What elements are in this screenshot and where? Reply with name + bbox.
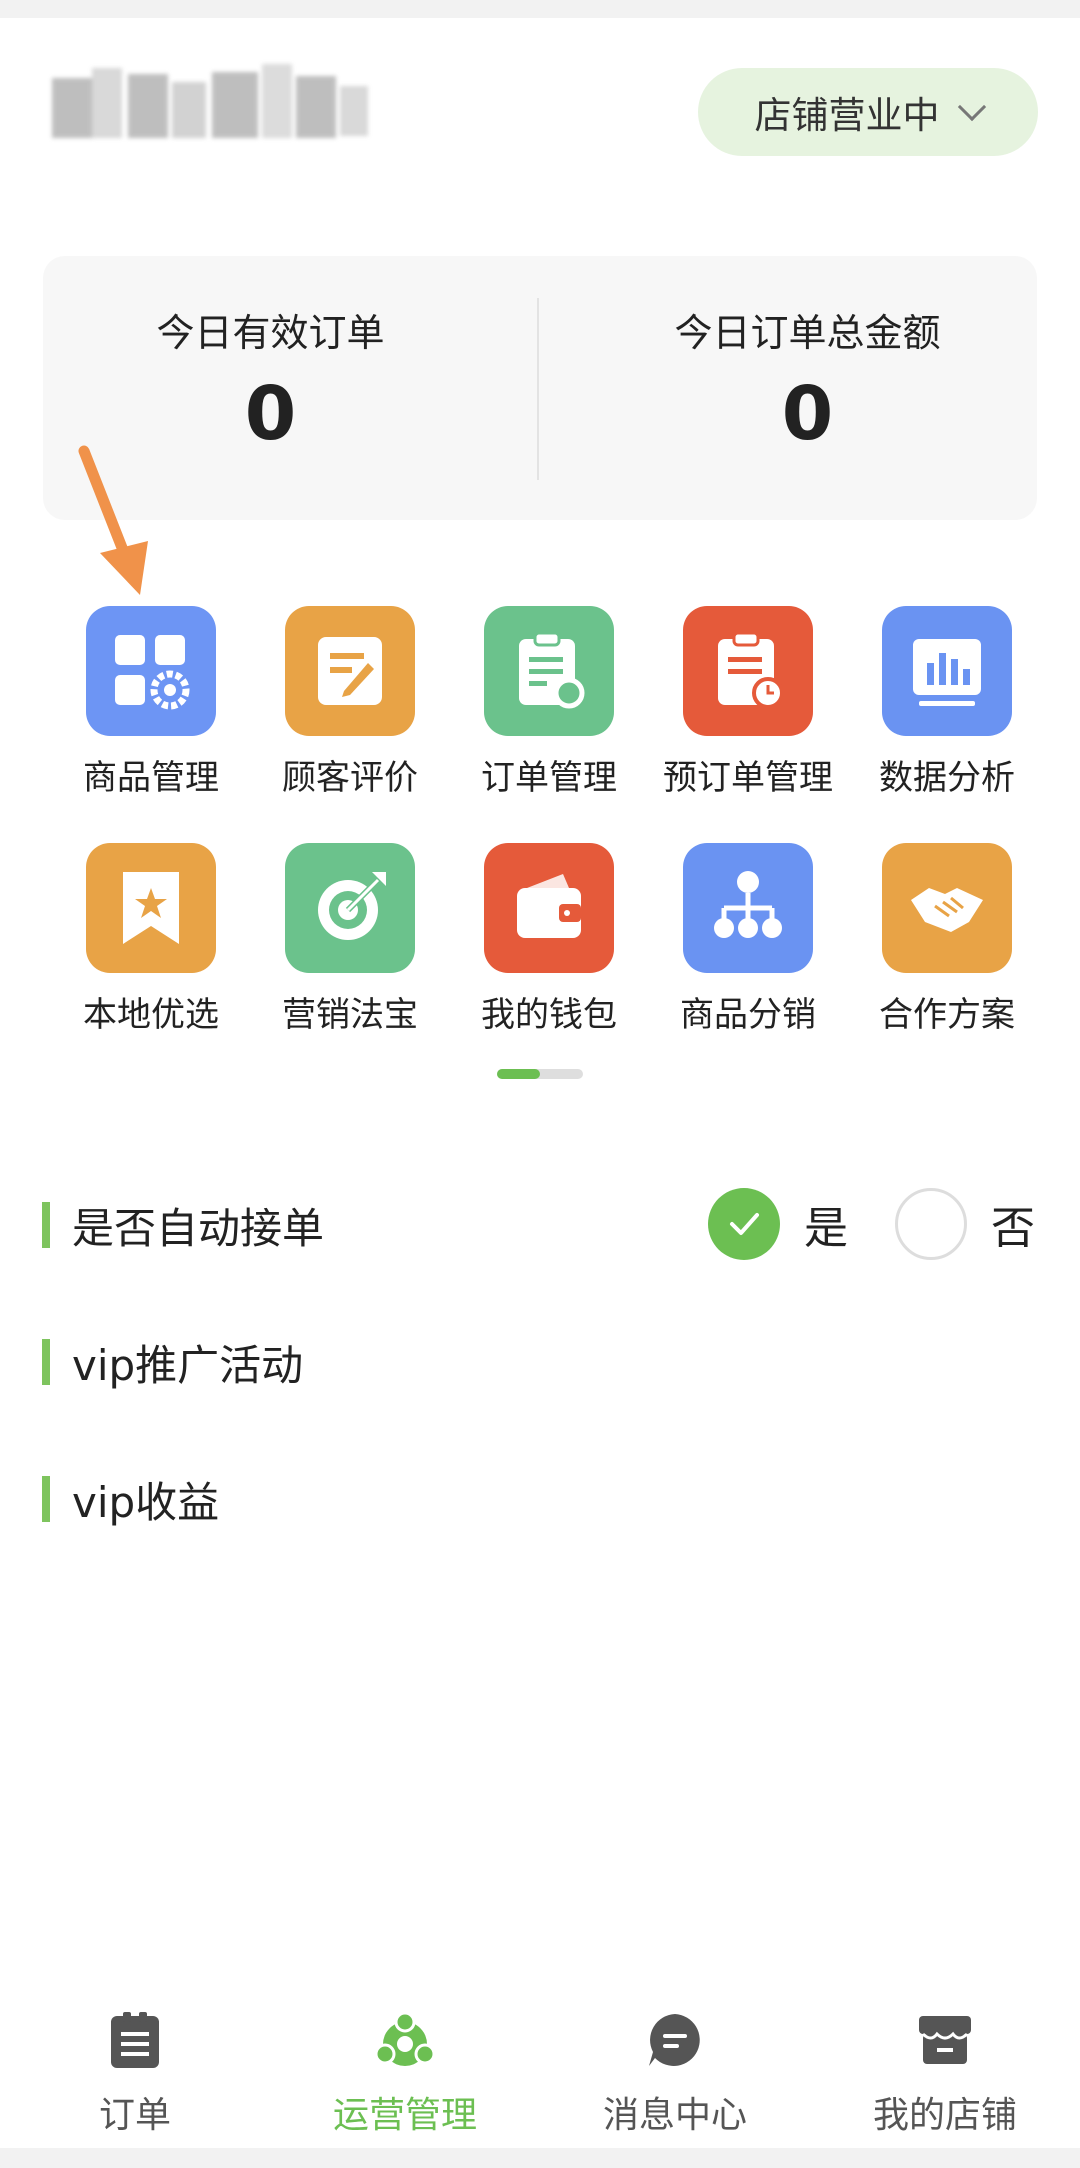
tab-label: 运营管理 (332, 2095, 477, 2136)
bottom-tab-bar: 订单 运营管理 消息中心 我的店铺 (0, 1976, 1080, 2168)
section-marker (42, 1339, 50, 1385)
grid-item-preorder-management[interactable]: 预订单管理 (648, 606, 848, 806)
vip-promo-label: vip推广活动 (72, 1340, 304, 1390)
tab-operations[interactable]: 运营管理 (270, 1976, 540, 2168)
vip-promo-row[interactable]: vip推广活动 (42, 1337, 303, 1390)
valid-orders-label: 今日有效订单 (156, 311, 385, 355)
grid-item-cooperation[interactable]: 合作方案 (847, 843, 1047, 1043)
grid-item-label: 商品管理 (83, 758, 219, 798)
auto-accept-no-radio[interactable]: 否 (895, 1188, 1035, 1260)
store-icon (919, 2016, 971, 2064)
auto-accept-no-label: 否 (991, 1203, 1035, 1254)
tab-orders[interactable]: 订单 (0, 1976, 270, 2168)
grid-item-label: 数据分析 (879, 758, 1015, 798)
grid-item-customer-review[interactable]: 顾客评价 (250, 606, 450, 806)
grid-page-indicator-active (497, 1069, 540, 1079)
store-status-dropdown[interactable]: 店铺营业中 (698, 68, 1038, 156)
grid-item-wallet[interactable]: 我的钱包 (449, 843, 649, 1043)
grid-item-label: 本地优选 (83, 995, 219, 1035)
grid-item-marketing[interactable]: 营销法宝 (250, 843, 450, 1043)
stats-divider (537, 298, 539, 480)
vip-income-row[interactable]: vip收益 (42, 1474, 219, 1527)
status-bar-strip (0, 0, 1080, 18)
wallet-icon (484, 843, 614, 973)
auto-accept-setting: 是否自动接单 (42, 1200, 324, 1253)
auto-accept-yes-label: 是 (804, 1203, 848, 1254)
data-analysis-icon (882, 606, 1012, 736)
distribution-icon (683, 843, 813, 973)
grid-item-data-analysis[interactable]: 数据分析 (847, 606, 1047, 806)
grid-item-local-select[interactable]: 本地优选 (51, 843, 251, 1043)
radio-checked-icon (708, 1188, 780, 1260)
store-name-blurred (52, 58, 376, 150)
auto-accept-label: 是否自动接单 (72, 1203, 325, 1253)
vip-income-label: vip收益 (72, 1477, 220, 1527)
local-select-icon (86, 843, 216, 973)
arrow-annotation-icon (78, 445, 148, 595)
marketing-icon (285, 843, 415, 973)
tab-label: 我的店铺 (872, 2095, 1017, 2136)
tab-label: 消息中心 (602, 2095, 747, 2136)
preorder-management-icon (683, 606, 813, 736)
grid-item-distribution[interactable]: 商品分销 (648, 843, 848, 1043)
grid-item-product-management[interactable]: 商品管理 (51, 606, 251, 806)
grid-item-label: 订单管理 (481, 758, 617, 798)
tab-label: 订单 (98, 2095, 171, 2136)
customer-review-icon (285, 606, 415, 736)
product-management-icon (86, 606, 216, 736)
tab-my-store[interactable]: 我的店铺 (810, 1976, 1080, 2168)
chevron-down-icon (957, 92, 986, 122)
grid-item-label: 营销法宝 (282, 995, 418, 1035)
message-icon (649, 2014, 700, 2066)
tab-messages[interactable]: 消息中心 (540, 1976, 810, 2168)
section-marker (42, 1476, 50, 1522)
grid-item-label: 商品分销 (680, 995, 816, 1035)
grid-item-label: 我的钱包 (481, 995, 617, 1035)
total-amount-value: 0 (781, 371, 834, 457)
total-amount-label: 今日订单总金额 (674, 311, 941, 355)
grid-item-order-management[interactable]: 订单管理 (449, 606, 649, 806)
grid-item-label: 顾客评价 (282, 758, 418, 798)
grid-item-label: 合作方案 (879, 995, 1015, 1035)
operations-icon (375, 2011, 435, 2066)
auto-accept-yes-radio[interactable]: 是 (708, 1188, 848, 1260)
grid-page-indicator (497, 1069, 583, 1079)
store-status-label: 店铺营业中 (754, 94, 940, 137)
total-amount-stat[interactable]: 今日订单总金额 0 (580, 256, 1035, 520)
section-marker (42, 1202, 50, 1248)
order-list-icon (111, 2012, 159, 2068)
order-management-icon (484, 606, 614, 736)
grid-item-label: 预订单管理 (663, 758, 833, 798)
cooperation-icon (882, 843, 1012, 973)
radio-unchecked-icon (895, 1188, 967, 1260)
nav-bar-strip (0, 2148, 1080, 2168)
today-stats-card: 今日有效订单 0 今日订单总金额 0 (43, 256, 1037, 520)
